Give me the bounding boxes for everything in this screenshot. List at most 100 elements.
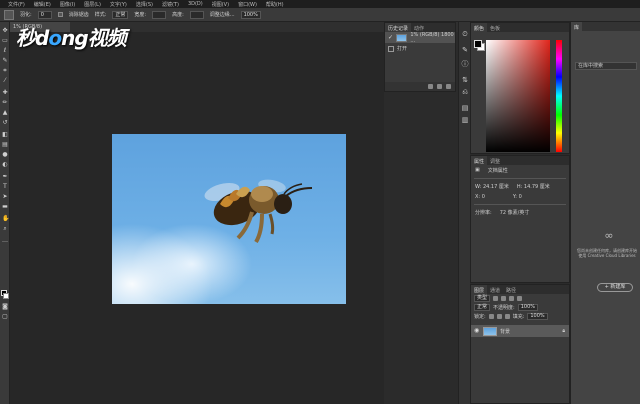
eraser-tool-icon[interactable]: ◧ — [2, 132, 8, 138]
bee-head — [274, 194, 292, 214]
eyedropper-tool-icon[interactable]: ⁄ — [2, 78, 8, 84]
gradient-tool-icon[interactable]: ▤ — [2, 142, 8, 148]
crop-tool-icon[interactable]: ⌗ — [2, 68, 8, 74]
menu-file[interactable]: 文件(F) — [8, 1, 25, 8]
blend-mode-select[interactable]: 正常 — [474, 304, 491, 311]
menu-view[interactable]: 视图(V) — [212, 1, 229, 8]
menu-3d[interactable]: 3D(D) — [188, 1, 203, 7]
history-brush-tool-icon[interactable]: ↺ — [2, 120, 8, 126]
hue-slider[interactable] — [556, 40, 562, 152]
move-tool-icon[interactable]: ✥ — [2, 28, 8, 34]
background-color-swatch[interactable] — [3, 293, 9, 299]
fill-input[interactable]: 100% — [527, 313, 548, 320]
marquee-tool-icon[interactable]: ▭ — [2, 38, 8, 44]
lock-pixels-icon[interactable] — [488, 314, 494, 319]
tab-properties[interactable]: 属性 — [471, 156, 488, 165]
layer-row-background[interactable]: ◉ 背景 🔒︎ — [471, 325, 569, 337]
lock-all-icon[interactable] — [504, 314, 510, 319]
menu-filter[interactable]: 滤镜(T) — [162, 1, 179, 8]
filter-pixel-icon[interactable] — [493, 296, 499, 301]
lock-position-icon[interactable] — [496, 314, 502, 319]
pen-tool-icon[interactable]: ✒ — [2, 174, 8, 180]
tab-swatches[interactable]: 色板 — [487, 23, 503, 32]
more-tools-icon[interactable]: … — [2, 238, 8, 244]
snapshot-thumbnail — [396, 33, 408, 42]
menu-window[interactable]: 窗口(W) — [238, 1, 257, 8]
style-select[interactable]: 正常 — [112, 10, 129, 19]
tab-color[interactable]: 颜色 — [471, 23, 488, 32]
dodge-tool-icon[interactable]: ◐ — [2, 162, 8, 168]
y-value[interactable]: 0 — [519, 194, 522, 200]
history-snapshot-row[interactable]: ✓ 1% (RGB/8) 1800 ... — [385, 32, 455, 44]
filter-adjust-icon[interactable] — [501, 296, 507, 301]
path-select-tool-icon[interactable]: ➤ — [2, 194, 8, 200]
quick-select-tool-icon[interactable]: ✎ — [2, 58, 8, 64]
menu-layer[interactable]: 图层(L) — [84, 1, 101, 8]
resolution-label: 分辨率: — [475, 210, 492, 216]
foreground-color-chip[interactable] — [474, 40, 482, 48]
shape-tool-icon[interactable]: ▬ — [2, 204, 8, 210]
quick-mask-icon[interactable]: ◙ — [2, 304, 8, 310]
watermark-logo: 秒dong视频 — [16, 26, 127, 50]
filter-type-icon[interactable] — [509, 296, 515, 301]
libraries-panel: 库 在库中搜索 ∞ 您尚未创建任何库，请创建库开始使用 Creative Clo… — [570, 22, 640, 404]
filter-shape-icon[interactable] — [517, 296, 523, 301]
visibility-eye-icon[interactable]: ◉ — [474, 328, 480, 334]
paths-icon[interactable]: ⎌ — [461, 88, 469, 96]
fill-label: 填充: — [512, 314, 525, 320]
tab-channels[interactable]: 通道 — [487, 285, 503, 294]
lasso-tool-icon[interactable]: ℓ — [2, 48, 8, 54]
layer-filter-row: 类型 — [471, 294, 569, 303]
resolution-value: 72 像素/英寸 — [499, 210, 530, 216]
create-library-button[interactable]: + 新建库 — [597, 283, 633, 292]
w-value[interactable]: 24.17 厘米 — [483, 184, 509, 190]
document-properties-header: ▣ 文档属性 — [471, 165, 569, 176]
glyph-panel-icon[interactable]: ▥ — [461, 116, 469, 124]
x-value[interactable]: 0 — [482, 194, 485, 200]
panel-dock: ⏲ ✎ ⓘ ⇅ ⎌ ▤ ▥ — [458, 22, 470, 404]
screen-mode-icon[interactable]: ▢ — [2, 314, 8, 320]
menu-edit[interactable]: 编辑(E) — [34, 1, 51, 8]
clone-stamp-tool-icon[interactable]: ▲ — [2, 110, 8, 116]
marquee-tool-icon[interactable] — [4, 9, 14, 20]
notes-icon[interactable]: ▤ — [461, 104, 469, 112]
tab-adjustments[interactable]: 调整 — [487, 156, 503, 165]
healing-brush-tool-icon[interactable]: ✚ — [2, 90, 8, 96]
type-tool-icon[interactable]: T — [2, 184, 8, 190]
brush-tool-icon[interactable]: ✏ — [2, 100, 8, 106]
menu-type[interactable]: 文字(Y) — [110, 1, 127, 8]
library-search-input[interactable]: 在库中搜索 — [575, 62, 637, 70]
menu-select[interactable]: 选择(S) — [136, 1, 153, 8]
menu-image[interactable]: 图像(I) — [60, 1, 75, 8]
refine-edge-button[interactable]: 调整边缘... — [210, 11, 235, 18]
tab-paths[interactable]: 路径 — [503, 285, 519, 294]
trash-icon[interactable] — [446, 84, 451, 89]
brush-settings-icon[interactable]: ✎ — [461, 46, 469, 54]
h-value[interactable]: 14.79 厘米 — [524, 184, 550, 190]
zoom-select[interactable]: 100% — [240, 10, 261, 19]
info-icon[interactable]: ⓘ — [461, 60, 469, 68]
history-icon[interactable]: ⏲ — [461, 30, 469, 38]
adjust-icon[interactable]: ⇅ — [461, 76, 469, 84]
tab-history[interactable]: 历史记录 — [385, 23, 412, 32]
zoom-tool-icon[interactable]: ⌕ — [2, 226, 8, 232]
divider — [474, 178, 566, 179]
menu-help[interactable]: 帮助(H) — [266, 1, 284, 8]
color-picker-field[interactable] — [486, 40, 550, 152]
width-input[interactable] — [152, 10, 167, 19]
camera-icon[interactable] — [437, 84, 442, 89]
anti-alias-checkbox[interactable] — [57, 12, 63, 17]
feather-input[interactable]: 0 — [37, 10, 52, 19]
document-icon — [388, 45, 394, 52]
new-document-icon[interactable] — [428, 84, 433, 89]
height-input[interactable] — [189, 10, 204, 19]
opacity-input[interactable]: 100% — [517, 304, 538, 311]
hand-tool-icon[interactable]: ✋ — [2, 216, 9, 222]
tab-layers[interactable]: 图层 — [471, 285, 488, 294]
history-open-row[interactable]: 打开 — [385, 43, 455, 54]
document-canvas[interactable] — [112, 134, 346, 304]
blur-tool-icon[interactable]: ● — [2, 152, 8, 158]
layer-kind-select[interactable]: 类型 — [474, 295, 491, 302]
tab-libraries[interactable]: 库 — [571, 22, 583, 31]
blend-row: 正常 不透明度: 100% — [471, 303, 569, 312]
